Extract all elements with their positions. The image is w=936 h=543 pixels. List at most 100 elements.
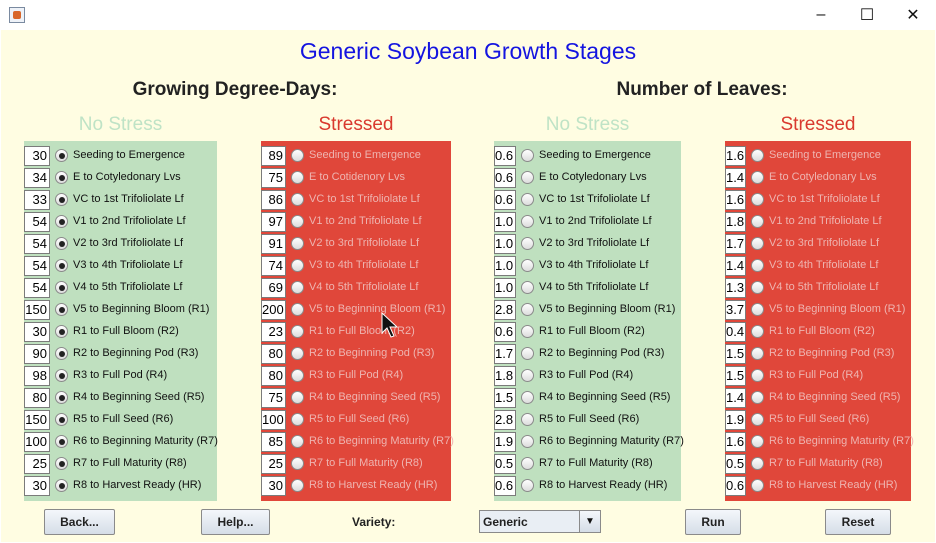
stage-radio[interactable] xyxy=(751,325,764,338)
stage-radio[interactable] xyxy=(291,413,304,426)
stage-radio[interactable] xyxy=(291,259,304,272)
stage-row: 2.8 V5 to Beginning Bloom (R1) xyxy=(494,295,681,320)
stage-radio[interactable] xyxy=(751,435,764,448)
stage-radio[interactable] xyxy=(291,237,304,250)
stage-label: R8 to Harvest Ready (HR) xyxy=(73,479,202,491)
stage-radio[interactable] xyxy=(751,215,764,228)
stage-radio[interactable] xyxy=(751,237,764,250)
help-button[interactable]: Help... xyxy=(201,509,270,535)
stage-radio[interactable] xyxy=(521,413,534,426)
stage-radio[interactable] xyxy=(55,325,68,338)
value-field[interactable]: 0.6 xyxy=(494,476,516,496)
stage-radio[interactable] xyxy=(291,303,304,316)
gdd-stressed-panel: 89 Seeding to Emergence 75 E to Cotidenory … xyxy=(261,141,454,501)
stage-radio[interactable] xyxy=(291,281,304,294)
stage-radio[interactable] xyxy=(751,479,764,492)
stage-radio[interactable] xyxy=(55,435,68,448)
stage-radio[interactable] xyxy=(751,281,764,294)
stage-row: 85 R6 to Beginning Maturity (R7) xyxy=(261,427,454,452)
stage-radio[interactable] xyxy=(291,479,304,492)
stage-row: 1.5 R3 to Full Pod (R4) xyxy=(725,361,911,386)
chevron-down-icon[interactable]: ▼ xyxy=(579,511,600,532)
stage-radio[interactable] xyxy=(521,435,534,448)
stage-radio[interactable] xyxy=(751,369,764,382)
stage-radio[interactable] xyxy=(55,149,68,162)
stage-radio[interactable] xyxy=(291,325,304,338)
value-field[interactable]: 30 xyxy=(261,476,286,496)
stage-radio[interactable] xyxy=(291,369,304,382)
stage-radio[interactable] xyxy=(751,259,764,272)
stage-row: 0.4 R1 to Full Bloom (R2) xyxy=(725,317,911,342)
stage-row: 1.3 V4 to 5th Trifoliolate Lf xyxy=(725,273,911,298)
stage-radio[interactable] xyxy=(291,435,304,448)
value-field[interactable]: 0.6 xyxy=(725,476,746,496)
stage-radio[interactable] xyxy=(521,303,534,316)
stage-radio[interactable] xyxy=(521,171,534,184)
stage-radio[interactable] xyxy=(521,193,534,206)
stage-radio[interactable] xyxy=(751,347,764,360)
stage-radio[interactable] xyxy=(521,215,534,228)
stage-radio[interactable] xyxy=(521,237,534,250)
stage-radio[interactable] xyxy=(521,281,534,294)
stage-radio[interactable] xyxy=(55,457,68,470)
stage-radio[interactable] xyxy=(751,149,764,162)
stage-radio[interactable] xyxy=(291,149,304,162)
stage-row: 1.6 VC to 1st Trifoliolate Lf xyxy=(725,185,911,210)
stage-radio[interactable] xyxy=(55,479,68,492)
reset-button[interactable]: Reset xyxy=(825,509,891,535)
stage-radio[interactable] xyxy=(55,237,68,250)
window-titlebar: – ☐ ✕ xyxy=(0,0,936,30)
stage-label: Seeding to Emergence xyxy=(769,149,881,161)
stage-radio[interactable] xyxy=(55,303,68,316)
stage-row: 1.0 V4 to 5th Trifoliolate Lf xyxy=(494,273,681,298)
stage-radio[interactable] xyxy=(751,391,764,404)
stage-label: V4 to 5th Trifoliolate Lf xyxy=(539,281,649,293)
stage-radio[interactable] xyxy=(55,369,68,382)
stage-radio[interactable] xyxy=(55,281,68,294)
stage-label: R5 to Full Seed (R6) xyxy=(769,413,870,425)
stage-radio[interactable] xyxy=(291,215,304,228)
stage-row: 90 R2 to Beginning Pod (R3) xyxy=(24,339,217,364)
stage-radio[interactable] xyxy=(291,457,304,470)
stage-label: R5 to Full Seed (R6) xyxy=(539,413,640,425)
stage-radio[interactable] xyxy=(55,259,68,272)
stage-radio[interactable] xyxy=(291,193,304,206)
back-button[interactable]: Back... xyxy=(44,509,115,535)
stage-radio[interactable] xyxy=(291,391,304,404)
stage-row: 100 R6 to Beginning Maturity (R7) xyxy=(24,427,218,452)
stage-radio[interactable] xyxy=(55,215,68,228)
stage-radio[interactable] xyxy=(751,413,764,426)
stage-row: 1.8 V1 to 2nd Trifoliolate Lf xyxy=(725,207,911,232)
stage-radio[interactable] xyxy=(521,149,534,162)
stage-radio[interactable] xyxy=(521,347,534,360)
run-button[interactable]: Run xyxy=(685,509,741,535)
stage-radio[interactable] xyxy=(291,347,304,360)
stage-radio[interactable] xyxy=(55,193,68,206)
stage-radio[interactable] xyxy=(521,259,534,272)
stage-radio[interactable] xyxy=(751,171,764,184)
variety-select[interactable]: Generic ▼ xyxy=(479,510,601,533)
stage-radio[interactable] xyxy=(751,303,764,316)
value-field[interactable]: 30 xyxy=(24,476,50,496)
close-button[interactable]: ✕ xyxy=(890,0,936,30)
stage-row: 1.5 R2 to Beginning Pod (R3) xyxy=(725,339,911,364)
stage-label: R4 to Beginning Seed (R5) xyxy=(539,391,671,403)
stage-radio[interactable] xyxy=(55,413,68,426)
stage-radio[interactable] xyxy=(55,347,68,360)
stage-label: Seeding to Emergence xyxy=(309,149,421,161)
stage-radio[interactable] xyxy=(55,171,68,184)
stage-label: R8 to Harvest Ready (HR) xyxy=(539,479,668,491)
stage-radio[interactable] xyxy=(751,193,764,206)
stage-radio[interactable] xyxy=(291,171,304,184)
stage-radio[interactable] xyxy=(521,369,534,382)
stage-radio[interactable] xyxy=(521,391,534,404)
minimize-button[interactable]: – xyxy=(798,0,844,30)
stage-radio[interactable] xyxy=(521,479,534,492)
stage-label: R6 to Beginning Maturity (R7) xyxy=(309,435,454,447)
stage-radio[interactable] xyxy=(521,457,534,470)
stage-radio[interactable] xyxy=(521,325,534,338)
stage-radio[interactable] xyxy=(751,457,764,470)
stage-radio[interactable] xyxy=(55,391,68,404)
maximize-button[interactable]: ☐ xyxy=(844,0,890,30)
stage-row: 30 R1 to Full Bloom (R2) xyxy=(24,317,217,342)
